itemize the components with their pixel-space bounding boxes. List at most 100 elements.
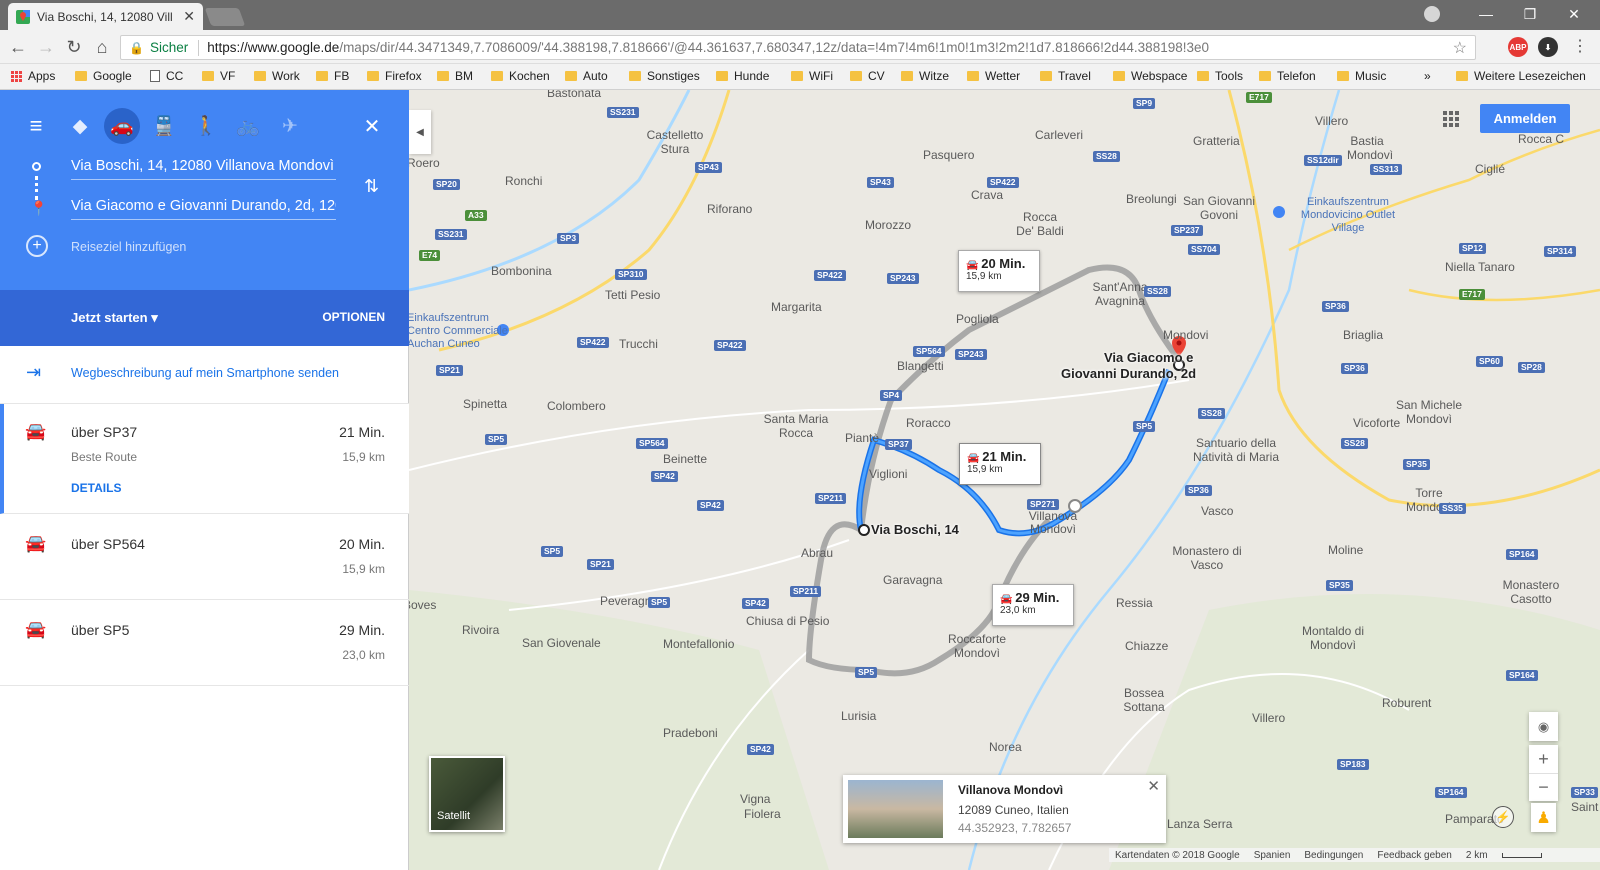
bookmark-item[interactable]: Tools <box>1197 69 1243 83</box>
route-callout-3[interactable]: 🚘 29 Min. 23,0 km <box>992 584 1074 626</box>
adblock-extension-icon[interactable]: ABP <box>1508 37 1528 57</box>
traffic-layer-icon[interactable]: ⚡ <box>1492 806 1514 828</box>
route-name: über SP37 <box>71 424 138 440</box>
scale-label[interactable]: 2 km <box>1466 850 1488 861</box>
back-button[interactable]: ← <box>6 36 30 58</box>
bookmark-item[interactable]: Firefox <box>367 69 422 83</box>
place-label: Fiolera <box>744 807 781 821</box>
region-link[interactable]: Spanien <box>1254 850 1291 861</box>
download-extension-icon[interactable]: ⬇ <box>1538 37 1558 57</box>
terms-link[interactable]: Bedingungen <box>1304 850 1363 861</box>
bookmark-item[interactable]: Witze <box>901 69 949 83</box>
route-option-2[interactable]: 🚘 über SP564 20 Min. 15,9 km <box>0 514 409 600</box>
close-window-button[interactable]: ✕ <box>1552 0 1596 28</box>
my-location-icon[interactable]: ◉ <box>1529 712 1558 741</box>
origin-input[interactable]: Via Boschi, 14, 12080 Villanova Mondovì <box>71 154 336 180</box>
swap-directions-icon[interactable]: ⇅ <box>364 176 379 197</box>
bookmark-item[interactable]: CC <box>150 69 183 83</box>
feedback-link[interactable]: Feedback geben <box>1377 850 1452 861</box>
callout-distance: 15,9 km <box>967 464 1003 475</box>
bookmark-item[interactable]: VF <box>202 69 235 83</box>
bookmark-item[interactable]: Webspace <box>1113 69 1187 83</box>
callout-time: 29 Min. <box>1015 590 1060 605</box>
route-details-link[interactable]: DETAILS <box>71 481 121 495</box>
bookmark-item[interactable]: Wetter <box>967 69 1020 83</box>
tab-close-icon[interactable]: ✕ <box>183 8 195 25</box>
depart-time-select[interactable]: Jetzt starten ▾ <box>71 310 158 326</box>
browser-tab[interactable]: Via Boschi, 14, 12080 Vill ✕ <box>8 3 203 30</box>
folder-icon <box>716 71 728 81</box>
bookmark-apps[interactable]: Apps <box>11 69 55 83</box>
transit-mode-icon[interactable]: 🚆 <box>146 108 182 144</box>
menu-hamburger-icon[interactable]: ≡ <box>18 108 54 144</box>
road-shield: SP42 <box>747 744 774 755</box>
map-canvas[interactable]: ◀ Anmelden 🚘 20 Min. 15,9 km 🚘 21 Min. 15,… <box>409 90 1600 870</box>
address-bar[interactable]: 🔒 Sicher https://www.google.de /maps/dir… <box>120 35 1476 60</box>
zoom-out-button[interactable]: − <box>1529 773 1558 801</box>
road-shield: SP5 <box>1133 421 1156 432</box>
place-label: Piantè <box>845 431 880 445</box>
bookmark-item[interactable]: Telefon <box>1259 69 1316 83</box>
bookmark-item[interactable]: Music <box>1337 69 1386 83</box>
bookmark-item[interactable]: BM <box>437 69 473 83</box>
route-distance: 15,9 km <box>342 450 385 464</box>
bookmark-item[interactable]: Work <box>254 69 300 83</box>
bookmark-item[interactable]: FB <box>316 69 349 83</box>
route-option-3[interactable]: 🚘 über SP5 29 Min. 23,0 km <box>0 600 409 686</box>
road-shield: SS35 <box>1439 503 1466 514</box>
send-to-phone-row[interactable]: ⇥ Wegbeschreibung auf mein Smartphone se… <box>0 346 409 404</box>
collapse-panel-button[interactable]: ◀ <box>409 110 431 154</box>
bookmark-item[interactable]: Travel <box>1040 69 1091 83</box>
home-button[interactable]: ⌂ <box>90 36 114 58</box>
bookmark-item[interactable]: Kochen <box>491 69 550 83</box>
menu-icon[interactable]: ⋮ <box>1568 36 1592 58</box>
close-directions-icon[interactable]: ✕ <box>354 108 390 144</box>
bookmark-item[interactable]: CV <box>850 69 885 83</box>
apps-grid-icon[interactable] <box>1443 111 1459 127</box>
road-shield: SP42 <box>697 500 724 511</box>
reload-button[interactable]: ↻ <box>62 36 86 58</box>
place-photo[interactable] <box>848 780 943 838</box>
bookmarks-more-button[interactable]: » <box>1424 69 1431 83</box>
bookmark-item[interactable]: Auto <box>565 69 608 83</box>
add-destination-icon[interactable]: + <box>26 235 48 257</box>
best-travel-mode-icon[interactable]: ◆ <box>62 108 98 144</box>
bookmark-item[interactable]: Hunde <box>716 69 769 83</box>
place-label: Villero <box>1252 711 1286 725</box>
minimize-button[interactable]: — <box>1464 0 1508 28</box>
route-callout-2[interactable]: 🚘 21 Min. 15,9 km <box>959 443 1041 485</box>
add-destination-link[interactable]: Reiseziel hinzufügen <box>71 240 186 254</box>
zoom-in-button[interactable]: + <box>1529 745 1558 773</box>
bookmark-item[interactable]: Sonstiges <box>629 69 700 83</box>
place-label: Pradeboni <box>663 726 718 740</box>
satellite-toggle[interactable]: Satellit <box>429 756 505 832</box>
road-shield: SP35 <box>1403 459 1430 470</box>
maximize-button[interactable]: ❐ <box>1508 0 1552 28</box>
bookmark-other[interactable]: Weitere Lesezeichen <box>1456 69 1586 83</box>
forward-button[interactable]: → <box>34 36 58 58</box>
bookmark-item[interactable]: WiFi <box>791 69 833 83</box>
bookmark-star-icon[interactable]: ☆ <box>1453 38 1467 58</box>
place-label: Gratteria <box>1193 134 1240 148</box>
new-tab-button[interactable] <box>204 8 246 26</box>
start-label[interactable]: Via Boschi, 14 <box>871 522 959 537</box>
walking-mode-icon[interactable]: 🚶 <box>188 108 224 144</box>
close-card-icon[interactable]: ✕ <box>1147 777 1160 795</box>
flight-mode-icon[interactable]: ✈ <box>272 108 308 144</box>
bicycle-mode-icon[interactable]: 🚲 <box>230 108 266 144</box>
end-label-2[interactable]: Giovanni Durando, 2d <box>1061 366 1196 381</box>
folder-icon <box>1040 71 1052 81</box>
destination-input[interactable]: Via Giacomo e Giovanni Durando, 2d, 1208… <box>71 194 336 220</box>
car-mode-icon[interactable]: 🚗 <box>104 108 140 144</box>
route-option-1[interactable]: 🚘 über SP37 21 Min. Beste Route 15,9 km … <box>0 404 409 514</box>
signin-button[interactable]: Anmelden <box>1480 104 1570 133</box>
street-view-pegman-icon[interactable]: ♟ <box>1531 803 1556 832</box>
bookmark-item[interactable]: Google <box>75 69 132 83</box>
profile-icon[interactable] <box>1424 6 1440 22</box>
end-label-1[interactable]: Via Giacomo e <box>1104 350 1193 365</box>
place-info-card[interactable]: Villanova Mondovì 12089 Cuneo, Italien 4… <box>843 775 1166 843</box>
apps-icon <box>11 70 22 82</box>
separator <box>198 39 200 56</box>
options-button[interactable]: OPTIONEN <box>322 310 385 324</box>
route-callout-1[interactable]: 🚘 20 Min. 15,9 km <box>958 250 1040 292</box>
